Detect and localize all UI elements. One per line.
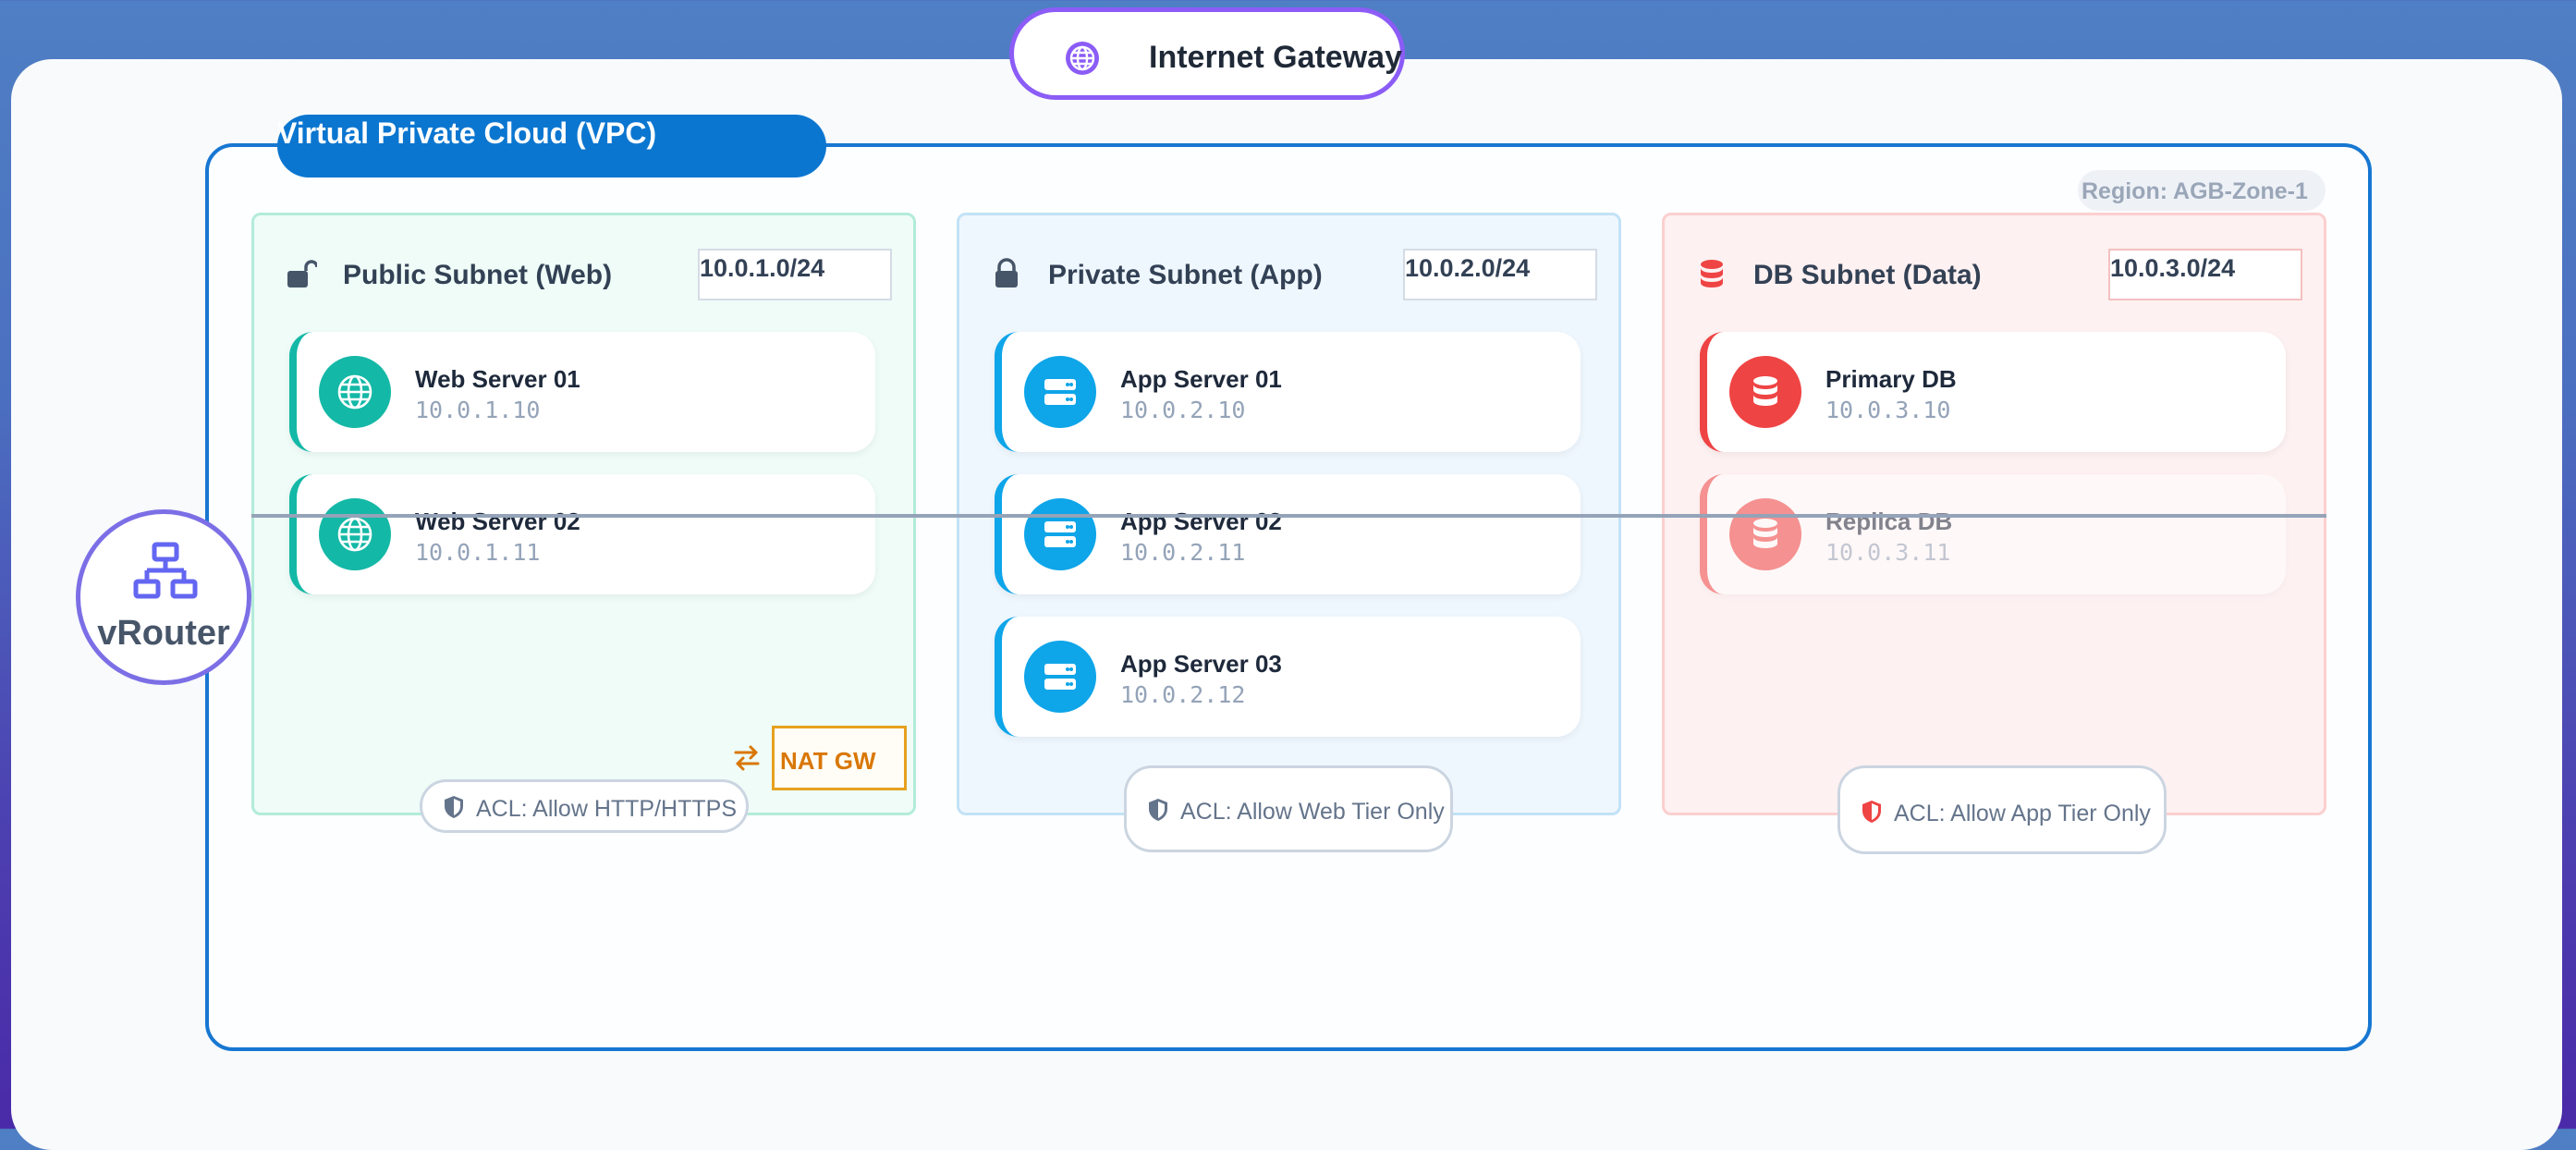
server-ip: 10.0.2.10 [1120, 397, 1246, 423]
server-card-app-01[interactable]: App Server 01 10.0.2.10 [995, 332, 1581, 452]
acl-badge-web: ACL: Allow HTTP/HTTPS [420, 779, 749, 833]
shield-icon [1862, 801, 1881, 823]
server-icon [1044, 664, 1076, 690]
server-badge [1024, 498, 1096, 570]
server-name: Web Server 01 [415, 365, 580, 393]
server-icon [1044, 379, 1076, 405]
server-badge [1729, 498, 1801, 570]
acl-label: ACL: Allow App Tier Only [1894, 801, 2151, 826]
server-ip: 10.0.3.10 [1825, 397, 1951, 423]
database-icon [1753, 376, 1777, 406]
server-name: Replica DB [1825, 508, 1953, 535]
nat-gateway[interactable]: NAT GW [772, 726, 907, 790]
server-card-app-02[interactable]: App Server 02 10.0.2.11 [995, 474, 1581, 594]
vrouter-node[interactable]: vRouter [76, 509, 251, 685]
lock-icon [995, 258, 1018, 288]
subnet-cidr: 10.0.1.0/24 [698, 249, 892, 300]
swap-arrows-icon [734, 745, 760, 771]
server-badge [1024, 356, 1096, 428]
database-icon [1753, 519, 1777, 548]
acl-badge-db: ACL: Allow App Tier Only [1837, 765, 2167, 854]
server-ip: 10.0.3.11 [1825, 539, 1951, 566]
unlock-icon [287, 260, 317, 288]
server-badge [1024, 641, 1096, 713]
acl-label: ACL: Allow Web Tier Only [1180, 799, 1445, 825]
server-ip: 10.0.1.11 [415, 539, 541, 566]
server-name: Primary DB [1825, 365, 1957, 393]
acl-label: ACL: Allow HTTP/HTTPS [476, 796, 737, 822]
shield-icon [445, 796, 463, 818]
region-label: Region: AGB-Zone-1 [2082, 178, 2308, 204]
subnet-title: DB Subnet (Data) [1753, 260, 1982, 290]
server-badge [319, 356, 391, 428]
server-badge [1729, 356, 1801, 428]
server-card-replica-db[interactable]: Replica DB 10.0.3.11 [1700, 474, 2286, 594]
network-icon [133, 542, 198, 599]
database-icon [1701, 260, 1723, 288]
server-name: Web Server 02 [415, 508, 580, 535]
acl-badge-app: ACL: Allow Web Tier Only [1124, 765, 1453, 852]
server-ip: 10.0.1.10 [415, 397, 541, 423]
server-card-web-02[interactable]: Web Server 02 10.0.1.11 [289, 474, 875, 594]
shield-icon [1149, 799, 1167, 821]
globe-icon [337, 374, 372, 410]
subnet-cidr: 10.0.2.0/24 [1403, 249, 1597, 300]
subnet-title: Private Subnet (App) [1048, 260, 1323, 290]
server-card-app-03[interactable]: App Server 03 10.0.2.12 [995, 617, 1581, 737]
globe-icon [1066, 42, 1099, 75]
server-ip: 10.0.2.12 [1120, 681, 1246, 708]
globe-icon [337, 517, 372, 552]
vpc-title: Virtual Private Cloud (VPC) [277, 116, 657, 150]
region-badge: Region: AGB-Zone-1 [2078, 170, 2326, 211]
vpc-title-tab: Virtual Private Cloud (VPC) [277, 115, 826, 177]
server-name: App Server 03 [1120, 650, 1282, 678]
router-bus-line [251, 514, 2326, 518]
router-label: vRouter [97, 614, 230, 653]
subnet-cidr: 10.0.3.0/24 [2108, 249, 2302, 300]
subnet-title: Public Subnet (Web) [343, 260, 613, 290]
server-name: App Server 01 [1120, 365, 1282, 393]
nat-label: NAT GW [780, 747, 876, 775]
server-name: App Server 02 [1120, 508, 1282, 535]
server-ip: 10.0.2.11 [1120, 539, 1246, 566]
internet-gateway[interactable]: Internet Gateway [1009, 7, 1405, 100]
server-card-primary-db[interactable]: Primary DB 10.0.3.10 [1700, 332, 2286, 452]
server-badge [319, 498, 391, 570]
server-card-web-01[interactable]: Web Server 01 10.0.1.10 [289, 332, 875, 452]
gateway-label: Internet Gateway [1149, 40, 1402, 75]
server-icon [1044, 521, 1076, 547]
